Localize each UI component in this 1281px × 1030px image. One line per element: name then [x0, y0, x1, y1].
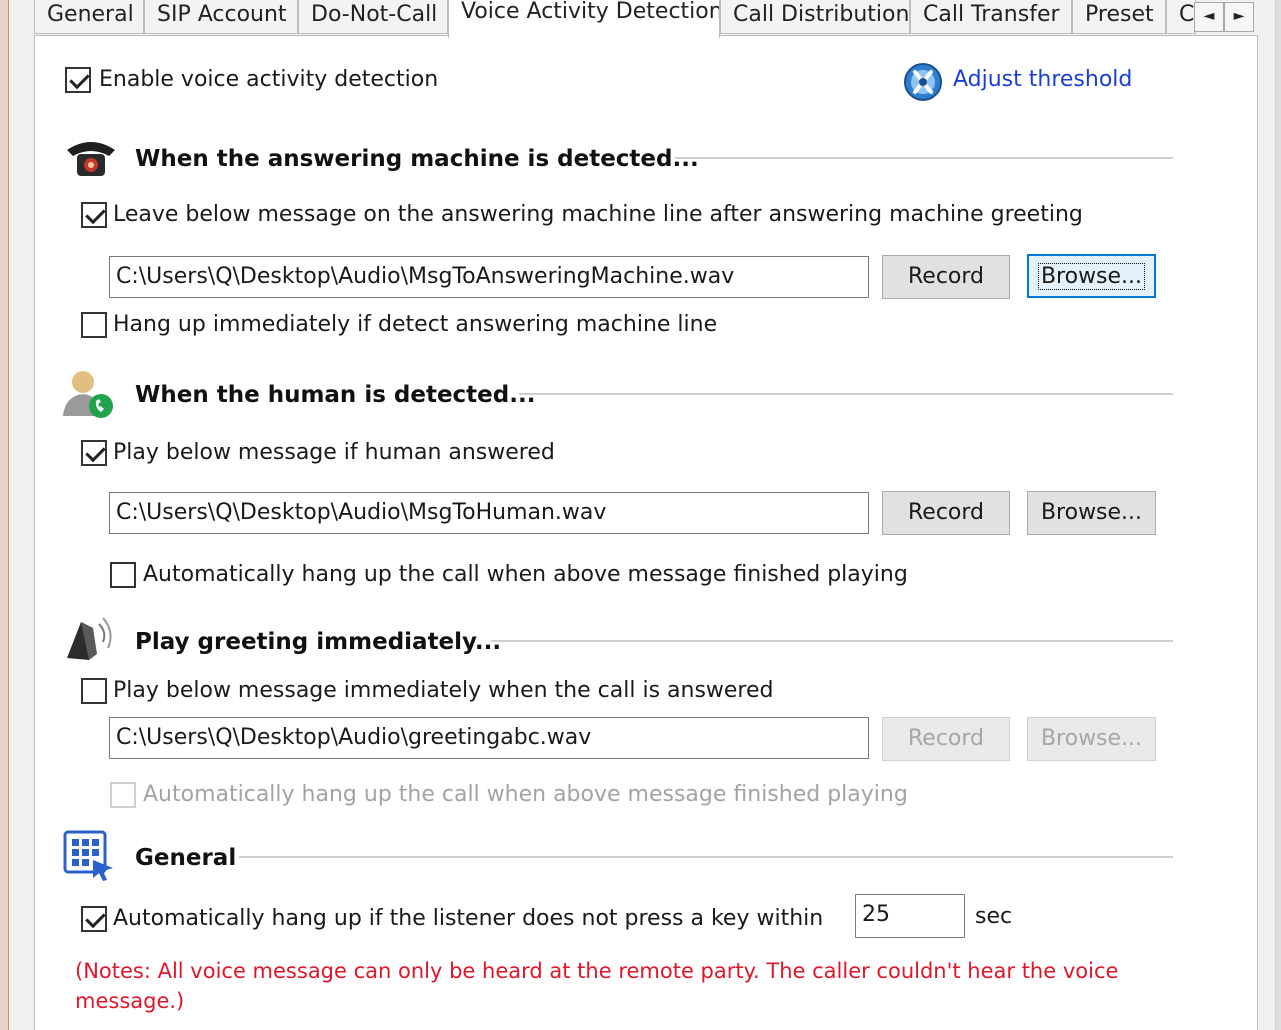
answering-machine-record-button[interactable]: Record	[882, 255, 1010, 299]
speaker-icon	[63, 614, 117, 664]
general-section-title: General	[135, 845, 237, 871]
leave-message-checkbox[interactable]	[81, 202, 107, 228]
tab-scroll-left-button[interactable]: ◄	[1194, 2, 1224, 32]
greeting-record-button[interactable]: Record	[882, 717, 1010, 761]
seconds-unit-label: sec	[975, 904, 1013, 929]
play-human-message-label: Play below message if human answered	[113, 440, 555, 465]
answering-machine-path-input[interactable]: C:\Users\Q\Desktop\Audio\MsgToAnsweringM…	[109, 256, 869, 298]
human-browse-button[interactable]: Browse...	[1027, 491, 1156, 535]
enable-vad-label: Enable voice activity detection	[99, 67, 439, 92]
tab-call-distribution[interactable]: Call Distribution	[720, 0, 910, 34]
tab-overflow[interactable]: C	[1166, 0, 1196, 34]
keypress-hangup-label: Automatically hang up if the listener do…	[113, 906, 824, 931]
greeting-auto-hangup-label: Automatically hang up the call when abov…	[143, 782, 908, 807]
tab-scroll-right-button[interactable]: ►	[1224, 2, 1254, 32]
greeting-divider	[491, 640, 1173, 642]
greeting-section-title: Play greeting immediately...	[135, 629, 502, 655]
leave-message-label: Leave below message on the answering mac…	[113, 202, 1083, 227]
enable-vad-checkbox[interactable]	[65, 67, 91, 93]
answering-machine-section-title: When the answering machine is detected..…	[135, 146, 699, 172]
tab-strip: General SIP Account Do-Not-Call Voice Ac…	[34, 0, 1260, 38]
hangup-answering-machine-label: Hang up immediately if detect answering …	[113, 312, 718, 337]
tab-sip-account[interactable]: SIP Account	[144, 0, 298, 34]
human-record-button[interactable]: Record	[882, 491, 1010, 535]
hangup-answering-machine-checkbox[interactable]	[81, 312, 107, 338]
keypress-hangup-checkbox[interactable]	[81, 906, 107, 932]
play-greeting-label: Play below message immediately when the …	[113, 678, 774, 703]
tab-call-transfer[interactable]: Call Transfer	[910, 0, 1072, 34]
vad-panel: Enable voice activity detection Adjust t…	[34, 35, 1258, 1030]
keypad-icon	[63, 830, 115, 882]
tab-general[interactable]: General	[34, 0, 144, 34]
notes-text: (Notes: All voice message can only be he…	[75, 959, 1119, 1013]
answering-machine-browse-button[interactable]: Browse...	[1027, 254, 1156, 298]
human-path-input[interactable]: C:\Users\Q\Desktop\Audio\MsgToHuman.wav	[109, 492, 869, 534]
play-greeting-checkbox[interactable]	[81, 678, 107, 704]
tab-voice-activity-detection[interactable]: Voice Activity Detection	[448, 0, 720, 38]
greeting-auto-hangup-checkbox[interactable]	[110, 782, 136, 808]
greeting-path-input[interactable]: C:\Users\Q\Desktop\Audio\greetingabc.wav	[109, 717, 869, 759]
tab-do-not-call[interactable]: Do-Not-Call	[298, 0, 448, 34]
adjust-threshold-icon[interactable]	[903, 62, 943, 102]
human-section-title: When the human is detected...	[135, 382, 536, 408]
greeting-browse-button[interactable]: Browse...	[1027, 717, 1156, 761]
general-divider	[239, 856, 1173, 858]
play-human-message-checkbox[interactable]	[81, 440, 107, 466]
human-divider	[519, 393, 1173, 395]
keypress-seconds-input[interactable]: 25	[855, 894, 965, 938]
adjust-threshold-link[interactable]: Adjust threshold	[953, 65, 1132, 95]
telephone-icon	[63, 136, 119, 180]
human-auto-hangup-checkbox[interactable]	[110, 562, 136, 588]
human-phone-icon	[61, 368, 117, 420]
human-auto-hangup-label: Automatically hang up the call when abov…	[143, 562, 908, 587]
tab-preset[interactable]: Preset	[1072, 0, 1166, 34]
answering-machine-divider	[675, 157, 1173, 159]
window-left-edge	[0, 0, 9, 1030]
window-right-edge	[1275, 0, 1281, 1030]
